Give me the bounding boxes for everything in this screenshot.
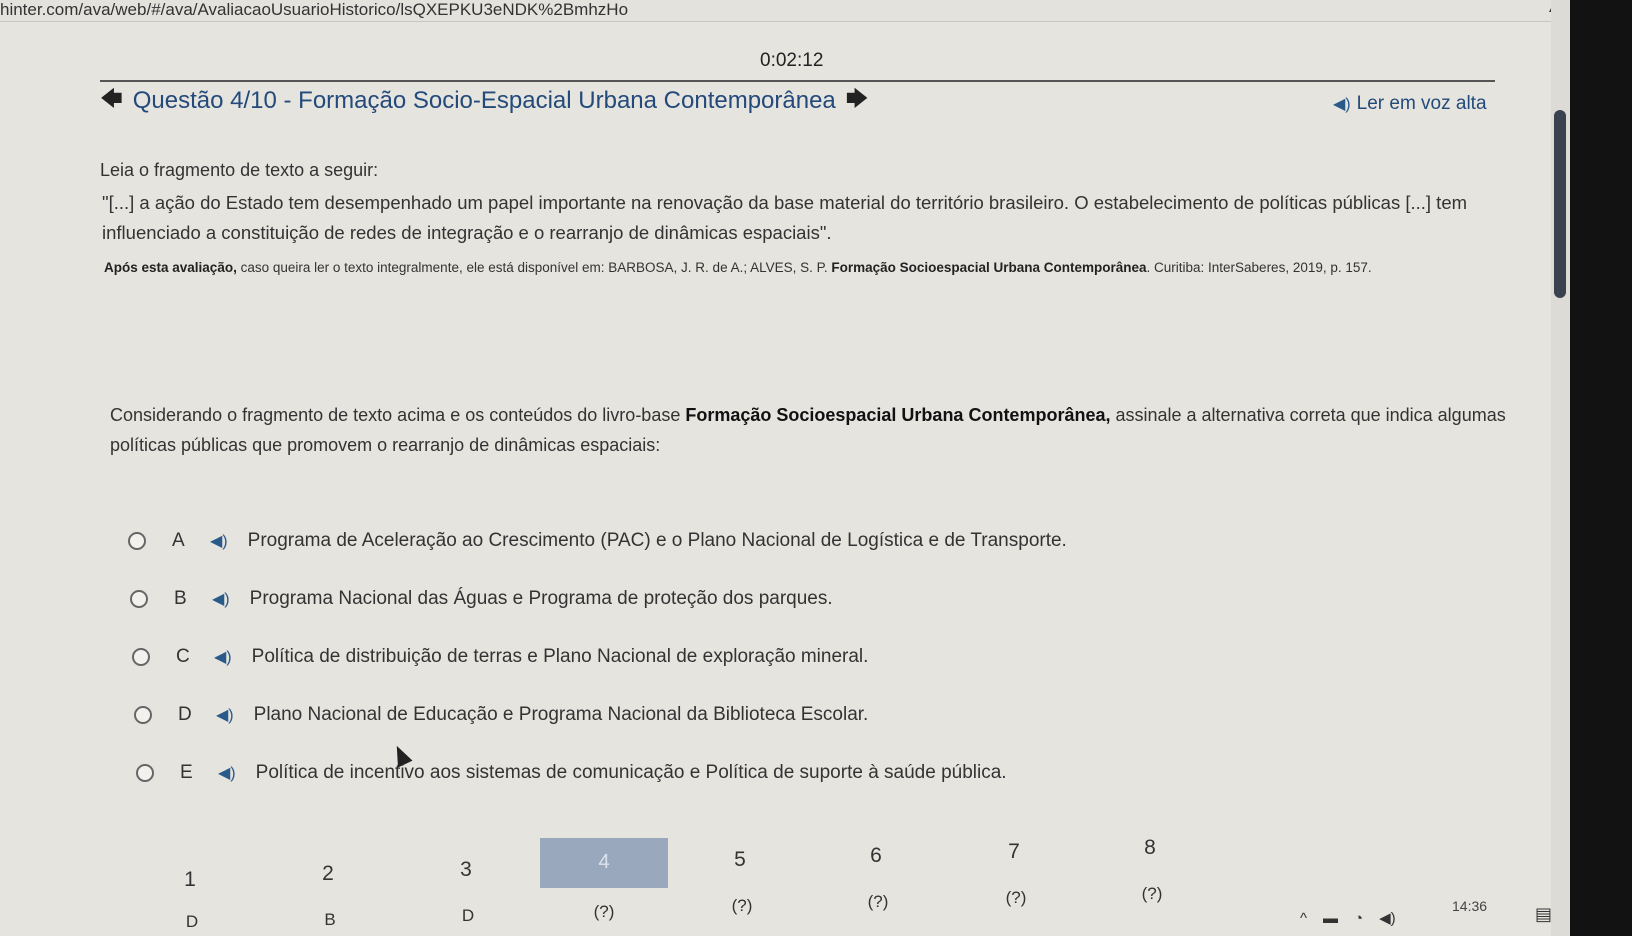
question-nav-answer: D (185, 912, 199, 931)
intro-text: Leia o fragmento de texto a seguir: (100, 160, 379, 180)
option-letter: C (176, 646, 190, 667)
option-text: Programa Nacional das Águas e Programa d… (249, 588, 833, 609)
screen-bezel (1570, 0, 1632, 936)
option-text: Programa de Aceleração ao Crescimento (P… (247, 530, 1067, 551)
option-letter: A (172, 530, 185, 551)
arrow-right-icon[interactable]: 🡆 (846, 82, 869, 120)
question-nav-5[interactable]: 5 (720, 848, 760, 872)
prompt-bold: Formação Socioespacial Urbana Contemporâ… (685, 405, 1111, 425)
option-letter: B (174, 588, 187, 609)
speaker-icon[interactable]: ◀) (210, 531, 228, 551)
option-b[interactable]: B ◀) Programa Nacional das Águas e Progr… (130, 588, 833, 610)
source-bold-2: Formação Socioespacial Urbana Contemporâ… (831, 260, 1147, 275)
exam-timer: 0:02:12 (760, 50, 824, 71)
volume-icon[interactable]: ◀) (1379, 909, 1396, 927)
arrow-left-icon[interactable]: 🡄 (100, 82, 123, 120)
question-nav-answer: (?) (1005, 888, 1027, 907)
radio-icon[interactable] (132, 648, 150, 666)
question-nav-1[interactable]: 1 (170, 868, 210, 892)
radio-icon[interactable] (134, 706, 152, 724)
question-nav-answer: D (461, 906, 475, 925)
source-text: caso queira ler o texto integralmente, e… (236, 260, 832, 275)
option-text: Política de distribuição de terras e Pla… (251, 646, 869, 667)
speaker-icon[interactable]: ◀) (218, 763, 236, 783)
system-clock[interactable]: 14:36 (1452, 898, 1487, 914)
option-letter: D (178, 704, 192, 725)
option-letter: E (180, 762, 193, 783)
question-prompt: Considerando o fragmento de texto acima … (110, 400, 1510, 460)
source-citation: Após esta avaliação, caso queira ler o t… (104, 252, 1504, 284)
option-text: Política de incentivo aos sistemas de co… (255, 762, 1007, 783)
address-bar[interactable]: hinter.com/ava/web/#/ava/AvaliacaoUsuari… (0, 0, 1570, 22)
speaker-icon[interactable]: ◀) (212, 589, 230, 609)
question-nav-8[interactable]: 8 (1130, 836, 1170, 860)
url-text: hinter.com/ava/web/#/ava/AvaliacaoUsuari… (0, 0, 629, 19)
scrollbar-thumb[interactable] (1554, 110, 1566, 298)
question-header: 🡄 Questão 4/10 - Formação Socio-Espacial… (100, 82, 869, 120)
speaker-icon: ◀) (1333, 96, 1351, 113)
question-nav-answer: B (324, 910, 336, 929)
source-bold-1: Após esta avaliação, (104, 260, 237, 275)
question-nav-answer: (?) (1141, 884, 1163, 903)
question-nav-3[interactable]: 3 (446, 858, 486, 882)
prompt-pre: Considerando o fragmento de texto acima … (110, 405, 686, 425)
speaker-icon[interactable]: ◀) (214, 647, 232, 667)
option-c[interactable]: C ◀) Política de distribuição de terras … (132, 646, 868, 668)
question-nav-answer: (?) (731, 896, 753, 915)
chevron-up-icon[interactable]: ^ (1300, 910, 1307, 927)
question-nav-7[interactable]: 7 (994, 840, 1034, 864)
speaker-icon[interactable]: ◀) (216, 705, 234, 725)
question-nav-answer: (?) (867, 892, 889, 911)
question-nav-6[interactable]: 6 (856, 844, 896, 868)
wifi-icon[interactable]: ◔ (1354, 910, 1363, 927)
radio-icon[interactable] (136, 764, 154, 782)
option-text: Plano Nacional de Educação e Programa Na… (253, 704, 869, 725)
read-aloud-button[interactable]: ◀) Ler em voz alta (1333, 93, 1487, 115)
radio-icon[interactable] (128, 532, 146, 550)
option-d[interactable]: D ◀) Plano Nacional de Educação e Progra… (134, 704, 868, 726)
option-e[interactable]: E ◀) Política de incentivo aos sistemas … (136, 762, 1007, 784)
battery-icon[interactable]: ▬ (1323, 910, 1338, 927)
read-aloud-label: Ler em voz alta (1356, 93, 1487, 114)
question-nav-2[interactable]: 2 (308, 862, 348, 886)
question-nav-4[interactable]: 4 (540, 838, 668, 888)
notification-icon[interactable]: ▤ (1535, 904, 1552, 925)
quote-text: "[...] a ação do Estado tem desempenhado… (102, 192, 1468, 243)
option-a[interactable]: A ◀) Programa de Aceleração ao Crescimen… (128, 530, 1067, 552)
source-tail: . Curitiba: InterSaberes, 2019, p. 157. (1146, 260, 1372, 275)
question-nav-answer: (?) (593, 902, 615, 921)
question-title: Questão 4/10 - Formação Socio-Espacial U… (132, 87, 836, 114)
system-tray: ^ ▬ ◔ ◀) (1300, 900, 1570, 936)
radio-icon[interactable] (130, 590, 148, 608)
